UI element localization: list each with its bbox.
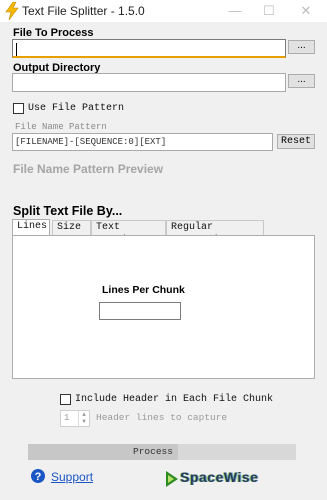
help-icon[interactable]: ?	[30, 468, 46, 484]
use-file-pattern-checkbox[interactable]	[13, 103, 24, 114]
file-to-process-input[interactable]	[12, 39, 286, 58]
play-logo-icon	[166, 471, 178, 487]
lines-per-chunk-label: Lines Per Chunk	[102, 284, 185, 296]
tab-text-boundary[interactable]: Text Boundary	[91, 220, 166, 246]
header-lines-stepper[interactable]: 1 ▲ ▼	[60, 410, 90, 427]
chevron-up-icon[interactable]: ▲	[79, 411, 89, 418]
include-header-checkbox[interactable]	[60, 394, 71, 405]
file-to-process-label: File To Process	[13, 27, 94, 39]
browse-file-button[interactable]: ...	[288, 40, 315, 54]
reset-pattern-button[interactable]: Reset	[277, 134, 315, 149]
support-link[interactable]: Support	[51, 470, 93, 484]
header-lines-label: Header lines to capture	[96, 412, 228, 423]
title-bar: Text File Splitter - 1.5.0 — ☐ ✕	[0, 0, 327, 22]
tab-regular-expression[interactable]: Regular Expression	[166, 220, 264, 246]
chevron-down-icon[interactable]: ▼	[79, 418, 89, 425]
close-icon[interactable]: ✕	[293, 2, 319, 20]
tab-size[interactable]: Size	[52, 220, 91, 235]
window-title: Text File Splitter - 1.5.0	[22, 4, 145, 18]
tab-lines[interactable]: Lines	[12, 219, 50, 236]
maximize-icon[interactable]: ☐	[256, 2, 282, 20]
use-file-pattern-label: Use File Pattern	[28, 103, 125, 114]
svg-text:?: ?	[35, 471, 42, 483]
output-directory-input[interactable]	[12, 73, 286, 92]
lines-per-chunk-input[interactable]	[99, 302, 181, 320]
browse-directory-button[interactable]: ...	[288, 74, 315, 88]
file-name-pattern-preview: File Name Pattern Preview	[13, 162, 164, 176]
lightning-icon	[5, 2, 19, 20]
text-caret	[16, 43, 17, 56]
process-label: Process	[133, 446, 173, 457]
split-heading: Split Text File By...	[13, 204, 123, 218]
file-name-pattern-label: File Name Pattern	[15, 122, 107, 132]
minimize-icon[interactable]: —	[222, 2, 248, 20]
lines-tab-panel: Lines Per Chunk	[12, 235, 315, 379]
file-name-pattern-input[interactable]: [FILENAME]-[SEQUENCE:0][EXT]	[12, 133, 273, 151]
app-logo[interactable]: SpaceWise	[165, 469, 295, 488]
logo-text: SpaceWise	[180, 469, 259, 485]
header-lines-value: 1	[64, 413, 70, 423]
include-header-label: Include Header in Each File Chunk	[75, 394, 274, 405]
